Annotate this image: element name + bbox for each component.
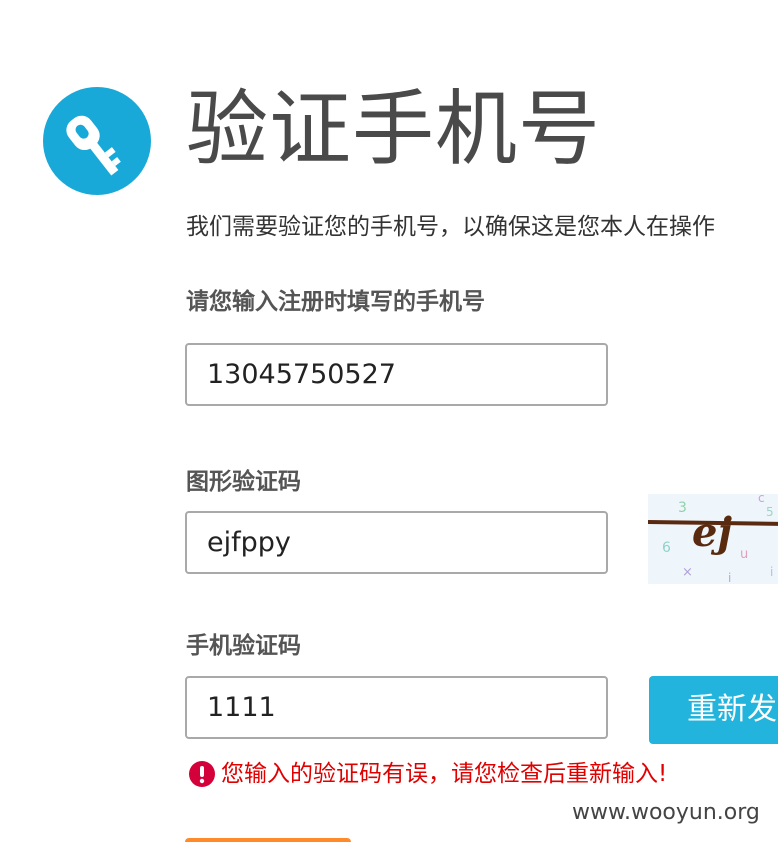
svg-text:i: i — [770, 565, 773, 579]
sms-code-input[interactable] — [185, 676, 608, 739]
captcha-text: ej — [692, 509, 732, 556]
phone-input[interactable] — [185, 343, 608, 406]
sms-code-label: 手机验证码 — [186, 633, 301, 659]
image-captcha-input[interactable] — [185, 511, 608, 574]
watermark: www.wooyun.org — [572, 800, 760, 825]
svg-text:i: i — [728, 571, 731, 584]
exclamation-icon — [189, 761, 215, 787]
phone-label: 请您输入注册时填写的手机号 — [186, 289, 485, 315]
svg-text:×: × — [682, 565, 693, 580]
svg-text:5: 5 — [766, 505, 774, 519]
svg-text:u: u — [740, 547, 748, 562]
verify-phone-page: 验证手机号 我们需要验证您的手机号，以确保这是您本人在操作 请您输入注册时填写的… — [0, 0, 778, 842]
svg-text:6: 6 — [662, 540, 671, 556]
submit-button[interactable] — [185, 838, 351, 842]
svg-text:3: 3 — [678, 500, 687, 516]
resend-code-button[interactable]: 重新发 — [649, 676, 778, 744]
intro-text: 我们需要验证您的手机号，以确保这是您本人在操作 — [186, 214, 715, 240]
image-captcha-label: 图形验证码 — [186, 469, 301, 495]
key-icon — [43, 87, 151, 195]
svg-text:c: c — [758, 494, 765, 505]
page-title: 验证手机号 — [186, 82, 602, 177]
captcha-image[interactable]: 3 c 5 6 u × i i ej — [648, 494, 778, 584]
error-text: 您输入的验证码有误，请您检查后重新输入! — [221, 761, 668, 787]
error-message: 您输入的验证码有误，请您检查后重新输入! — [189, 757, 667, 791]
